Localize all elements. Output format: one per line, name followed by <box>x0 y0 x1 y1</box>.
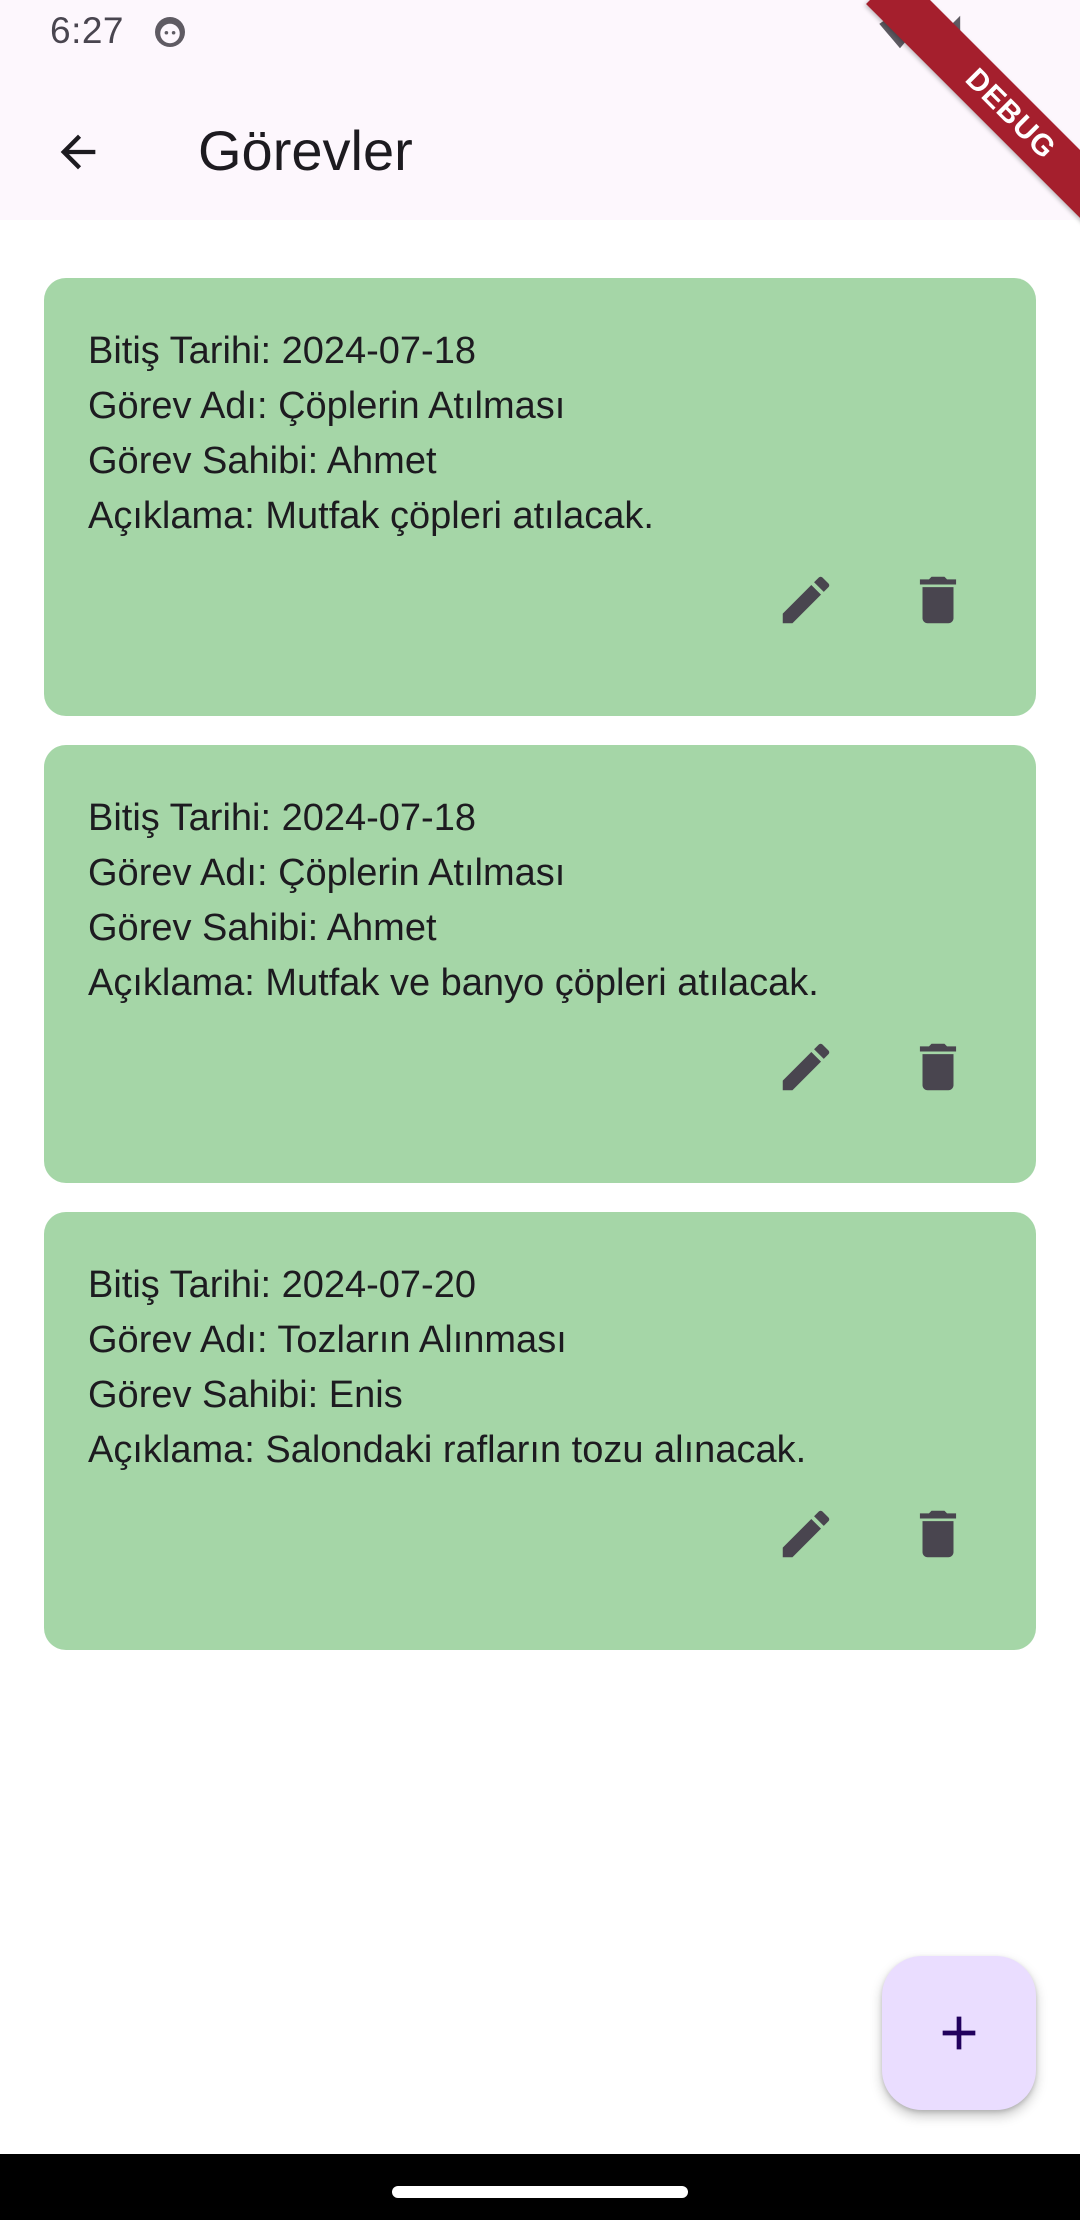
plus-icon <box>942 2016 976 2050</box>
task-card: Bitiş Tarihi: 2024-07-18 Görev Adı: Çöpl… <box>44 278 1036 716</box>
task-name: Görev Adı: Tozların Alınması <box>88 1319 567 1361</box>
arrow-back-icon <box>60 134 96 170</box>
page-title: Görevler <box>198 119 413 182</box>
add-task-button[interactable] <box>882 1956 1036 2110</box>
task-due-date: Bitiş Tarihi: 2024-07-18 <box>88 797 476 839</box>
task-owner: Görev Sahibi: Enis <box>88 1374 403 1416</box>
task-card: Bitiş Tarihi: 2024-07-20 Görev Adı: Tozl… <box>44 1212 1036 1650</box>
delete-task-button[interactable] <box>896 558 980 642</box>
task-description: Açıklama: Mutfak çöpleri atılacak. <box>88 495 654 537</box>
home-indicator[interactable] <box>392 2186 688 2198</box>
trash-icon <box>919 576 957 624</box>
task-description: Açıklama: Salondaki rafların tozu alınac… <box>88 1429 807 1471</box>
task-card: Bitiş Tarihi: 2024-07-18 Görev Adı: Çöpl… <box>44 745 1036 1183</box>
pencil-icon <box>782 1043 830 1091</box>
task-owner: Görev Sahibi: Ahmet <box>88 440 437 482</box>
delete-task-button[interactable] <box>896 1025 980 1109</box>
app-bar: Görevler <box>0 66 1080 220</box>
edit-task-button[interactable] <box>764 1492 848 1576</box>
task-due-date: Bitiş Tarihi: 2024-07-20 <box>88 1264 476 1306</box>
pencil-icon <box>782 1510 830 1558</box>
task-details: Bitiş Tarihi: 2024-07-18 Görev Adı: Çöpl… <box>88 791 988 1011</box>
task-details: Bitiş Tarihi: 2024-07-20 Görev Adı: Tozl… <box>88 1258 988 1478</box>
notification-face-icon <box>155 17 185 47</box>
trash-icon <box>919 1510 957 1558</box>
navigation-bar <box>0 2154 1080 2220</box>
back-button[interactable] <box>36 110 120 194</box>
screen: 6:27 Görevler Bitiş Tarihi: 2024-07-18 G… <box>0 0 1080 2220</box>
trash-icon <box>919 1043 957 1091</box>
edit-task-button[interactable] <box>764 1025 848 1109</box>
task-due-date: Bitiş Tarihi: 2024-07-18 <box>88 330 476 372</box>
task-description: Açıklama: Mutfak ve banyo çöpleri atılac… <box>88 962 819 1004</box>
task-details: Bitiş Tarihi: 2024-07-18 Görev Adı: Çöpl… <box>88 324 988 544</box>
status-time: 6:27 <box>50 10 125 51</box>
delete-task-button[interactable] <box>896 1492 980 1576</box>
task-name: Görev Adı: Çöplerin Atılması <box>88 385 566 427</box>
task-name: Görev Adı: Çöplerin Atılması <box>88 852 566 894</box>
task-owner: Görev Sahibi: Ahmet <box>88 907 437 949</box>
pencil-icon <box>782 576 830 624</box>
edit-task-button[interactable] <box>764 558 848 642</box>
